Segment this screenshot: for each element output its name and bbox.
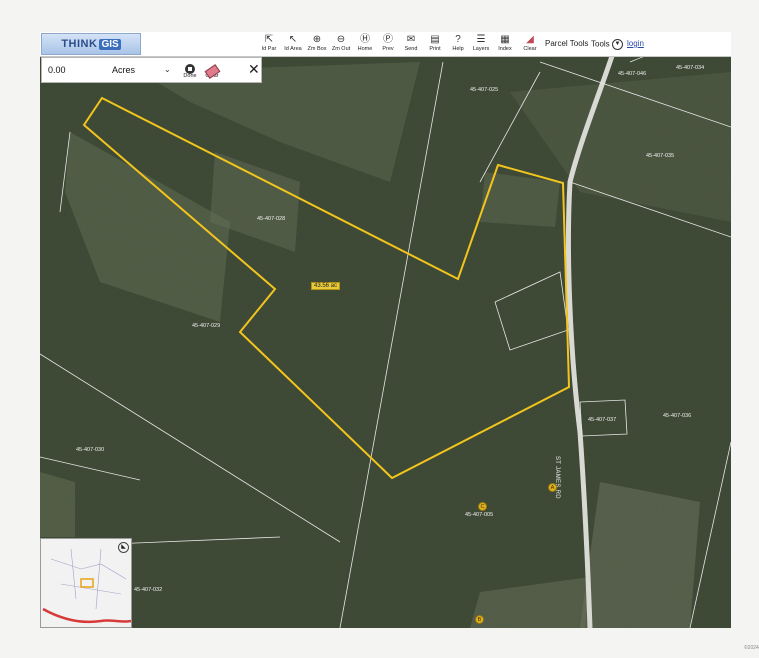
imagery-layer xyxy=(40,32,731,628)
aerial-map[interactable] xyxy=(40,32,731,628)
parcel-label: 45-407-032 xyxy=(134,587,163,593)
gis-map-window: 45-407-046 45-407-034 45-407-025 45-407-… xyxy=(40,32,731,628)
eraser-icon: ◢ xyxy=(526,34,534,45)
prev-button[interactable]: Ⓟ Prev xyxy=(377,34,399,56)
texture xyxy=(40,32,731,628)
clear-map-button[interactable]: ◢ Clear xyxy=(519,34,541,56)
road-name-label: ST JAMES RD xyxy=(554,456,560,499)
thinkgis-logo: THINK GIS xyxy=(41,33,141,55)
parcel-label: 45-407-046 xyxy=(618,71,647,77)
parcel-label: 45-407-030 xyxy=(76,447,105,453)
chevron-down-icon: ▼ xyxy=(611,39,623,50)
tool-label: Index xyxy=(498,46,512,52)
corner-mark: ©2024 xyxy=(744,645,759,651)
login-link[interactable]: login xyxy=(627,39,644,48)
tools-menu-label: Tools xyxy=(591,39,610,49)
tool-label: Print xyxy=(429,46,441,52)
overview-inset-map[interactable]: ◣ xyxy=(40,538,132,628)
index-button[interactable]: ▦ Index xyxy=(494,34,516,56)
layers-button[interactable]: ☰ Layers xyxy=(470,34,492,56)
id-par-button[interactable]: ⇱ Id Par xyxy=(258,34,280,56)
tool-label: Id Par xyxy=(261,46,277,52)
parcel-label: 45-407-025 xyxy=(470,87,499,93)
zoom-in-icon: ⊕ xyxy=(312,34,322,45)
tool-label: Layers xyxy=(472,46,490,52)
close-icon[interactable]: ✕ xyxy=(248,61,260,78)
tool-label: Zm Out xyxy=(331,46,351,52)
logo-gis-text: GIS xyxy=(99,38,121,50)
parcel-label: 45-407-028 xyxy=(257,216,286,222)
help-button[interactable]: ? Help xyxy=(447,34,469,56)
map-marker-c[interactable]: C xyxy=(478,502,487,511)
lasso-icon: ↖ xyxy=(288,34,298,45)
previous-view-icon: Ⓟ xyxy=(383,34,393,45)
done-label: Done xyxy=(183,73,197,79)
printer-icon: ▤ xyxy=(430,34,440,45)
logo-think-text: THINK xyxy=(61,38,98,50)
layers-icon: ☰ xyxy=(476,34,486,45)
tool-label: Id Area xyxy=(284,46,302,52)
top-toolbar: THINK GIS ⇱ Id Par ↖ Id Area ⊕ Zm Box ⊖ … xyxy=(40,32,731,57)
tool-label: Home xyxy=(357,46,373,52)
parcel-label: 45-407-005 xyxy=(465,512,494,518)
send-button[interactable]: ✉ Send xyxy=(400,34,422,56)
unit-select[interactable]: Acres xyxy=(112,65,135,75)
tool-label: Clear xyxy=(523,46,537,52)
parcel-label: 45-407-035 xyxy=(646,153,675,159)
acreage-label: 43.56 ac xyxy=(311,282,341,290)
zoom-out-icon: ⊖ xyxy=(336,34,346,45)
tool-label: Prev xyxy=(382,46,394,52)
envelope-icon: ✉ xyxy=(406,34,416,45)
tools-menu[interactable]: Tools ▼ xyxy=(591,39,623,50)
measure-value: 0.00 xyxy=(48,65,66,75)
parcel-label: 45-407-037 xyxy=(588,417,617,423)
parcel-label: 45-407-036 xyxy=(663,413,692,419)
home-icon: Ⓗ xyxy=(360,34,370,45)
clear-measure-button[interactable]: Clear xyxy=(202,60,222,80)
tool-label: Zm Box xyxy=(307,46,327,52)
inset-map-graphic xyxy=(42,548,131,624)
id-area-button[interactable]: ↖ Id Area xyxy=(282,34,304,56)
print-button[interactable]: ▤ Print xyxy=(424,34,446,56)
help-icon: ? xyxy=(455,34,461,45)
tool-label: Help xyxy=(452,46,464,52)
parcel-label: 45-407-029 xyxy=(192,323,221,329)
parcel-tools-menu[interactable]: Parcel Tools xyxy=(545,39,588,48)
measure-panel: 0.00 Acres ⌄ Done Clear ✕ xyxy=(41,57,262,83)
done-button[interactable]: Done xyxy=(180,60,200,80)
stop-icon xyxy=(185,64,195,74)
chevron-down-icon[interactable]: ⌄ xyxy=(164,65,171,74)
home-button[interactable]: Ⓗ Home xyxy=(354,34,376,56)
inset-collapse-icon[interactable]: ◣ xyxy=(118,542,129,553)
map-marker-b[interactable]: B xyxy=(475,615,484,624)
index-icon: ▦ xyxy=(500,34,510,45)
parcel-label: 45-407-034 xyxy=(676,65,705,71)
map-marker-a[interactable]: A xyxy=(548,483,557,492)
pointer-icon: ⇱ xyxy=(264,34,274,45)
zoom-out-button[interactable]: ⊖ Zm Out xyxy=(330,34,352,56)
zoom-box-button[interactable]: ⊕ Zm Box xyxy=(306,34,328,56)
tool-label: Send xyxy=(404,46,418,52)
